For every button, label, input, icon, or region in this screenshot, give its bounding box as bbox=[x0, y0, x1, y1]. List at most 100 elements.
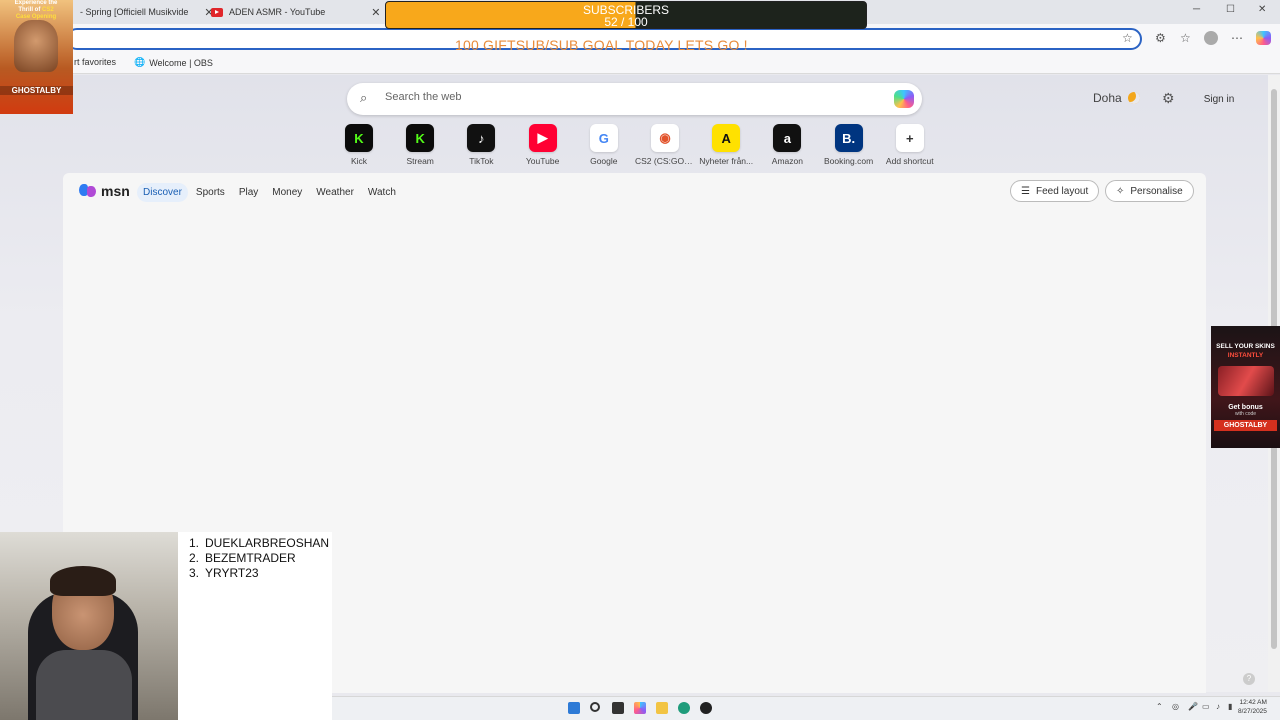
shortcut-icon: a bbox=[773, 124, 802, 152]
promo-headline: SELL YOUR SKINS INSTANTLY bbox=[1211, 342, 1280, 360]
shortcut-add-shortcut[interactable]: + Add shortcut bbox=[880, 124, 940, 166]
msn-logo[interactable]: msn bbox=[79, 183, 130, 199]
personalise-button[interactable]: ✧ Personalise bbox=[1105, 180, 1194, 202]
promo-text: CS2 bbox=[42, 7, 54, 13]
shortcut-icon: ♪ bbox=[467, 124, 496, 152]
shortcut-label: Booking.com bbox=[824, 156, 874, 166]
edge-icon[interactable] bbox=[678, 702, 690, 714]
task-view-icon[interactable] bbox=[612, 702, 624, 714]
personalise-label: Personalise bbox=[1130, 185, 1183, 197]
promo-bonus: Get bonus bbox=[1228, 404, 1263, 411]
shortcut-label: YouTube bbox=[525, 156, 560, 166]
shortcut-tiktok[interactable]: ♪ TikTok bbox=[451, 124, 511, 166]
globe-icon: 🌐 bbox=[134, 57, 146, 67]
obs-icon[interactable] bbox=[700, 702, 712, 714]
more-menu-icon[interactable]: ⋯ bbox=[1231, 31, 1243, 45]
tab-youtube[interactable]: ADEN ASMR - YouTube ✕ bbox=[205, 2, 386, 22]
shortcut-icon: G bbox=[589, 124, 618, 152]
favorites-bar: rt favorites 🌐 Welcome | OBS bbox=[0, 52, 1280, 74]
shortcut-cs2-cs-go[interactable]: ◉ CS2 (CS:GO) ... bbox=[635, 124, 695, 166]
network-icon[interactable]: ▭ bbox=[1202, 702, 1210, 711]
battery-icon[interactable]: ▮ bbox=[1228, 702, 1232, 711]
favorites-icon[interactable]: ☆ bbox=[1180, 31, 1191, 45]
feed-layout-label: Feed layout bbox=[1035, 185, 1089, 197]
windows-taskbar: ⌃ ◎ 🎤 ▭ ♪ ▮ bbox=[332, 696, 1280, 720]
promo-text: Experience the bbox=[14, 0, 58, 6]
tray-chevron-icon[interactable]: ⌃ bbox=[1156, 702, 1163, 711]
settings-gear-icon[interactable]: ⚙ bbox=[1162, 90, 1175, 107]
feed-layout-button[interactable]: ☰ Feed layout bbox=[1010, 180, 1100, 202]
shortcut-icon: B. bbox=[834, 124, 863, 152]
promo-text: Thrill of bbox=[18, 7, 41, 13]
tab-label: - Spring [Officiell Musikvide bbox=[80, 7, 189, 17]
personalise-icon: ✧ bbox=[1116, 185, 1125, 197]
shortcut-kick[interactable]: K Kick bbox=[329, 124, 389, 166]
promo-text: SELL YOUR SKINS bbox=[1216, 343, 1275, 350]
profile-avatar[interactable] bbox=[1204, 31, 1218, 45]
shortcut-youtube[interactable]: ▶ YouTube bbox=[513, 124, 573, 166]
microphone-icon[interactable]: 🎤 bbox=[1188, 702, 1198, 711]
shortcut-amazon[interactable]: a Amazon bbox=[757, 124, 817, 166]
promo-code: GHOSTALBY bbox=[1214, 420, 1277, 431]
shortcut-label: CS2 (CS:GO) ... bbox=[635, 156, 695, 166]
close-window-icon[interactable]: ✕ bbox=[1258, 4, 1266, 15]
copilot-icon[interactable] bbox=[894, 90, 914, 108]
copilot-icon[interactable] bbox=[1256, 31, 1271, 45]
shortcut-booking-com[interactable]: B. Booking.com bbox=[819, 124, 879, 166]
shortcut-icon: A bbox=[712, 124, 741, 152]
case-opening-promo: Experience the Thrill of CS2 Case Openin… bbox=[0, 0, 73, 114]
webcam-feed bbox=[0, 532, 178, 720]
tab-money[interactable]: Money bbox=[266, 183, 308, 202]
file-explorer-icon[interactable] bbox=[656, 702, 668, 714]
promo-headline: Experience the Thrill of CS2 Case Openin… bbox=[4, 0, 68, 21]
shortcut-icon: + bbox=[895, 124, 924, 152]
web-search-box[interactable]: ⌕ bbox=[347, 83, 922, 115]
sign-in-button[interactable]: Sign in bbox=[1192, 88, 1246, 110]
subs-count: 52 / 100 bbox=[604, 15, 648, 29]
streamer-shirt bbox=[36, 650, 132, 720]
moon-icon bbox=[1127, 92, 1140, 104]
tab-weather[interactable]: Weather bbox=[310, 183, 360, 202]
shortcut-icon: K bbox=[345, 124, 373, 152]
star-favorite-icon[interactable]: ☆ bbox=[1122, 31, 1133, 45]
tab-play[interactable]: Play bbox=[233, 183, 264, 202]
volume-icon[interactable]: ♪ bbox=[1216, 702, 1220, 711]
extensions-icon[interactable]: ⚙ bbox=[1155, 31, 1166, 45]
help-icon[interactable]: ? bbox=[1243, 673, 1255, 685]
shortcut-icon: K bbox=[406, 124, 435, 152]
maximize-icon[interactable]: ☐ bbox=[1226, 4, 1235, 15]
shortcut-icon: ◉ bbox=[651, 124, 679, 152]
tab-sports[interactable]: Sports bbox=[190, 183, 231, 202]
shortcut-icon: ▶ bbox=[528, 124, 557, 152]
shortcut-nyheter-fr-n[interactable]: A Nyheter från... bbox=[696, 124, 756, 166]
close-icon[interactable]: ✕ bbox=[371, 6, 380, 19]
rank: 2. bbox=[189, 551, 200, 565]
start-menu-icon[interactable] bbox=[568, 702, 580, 714]
sliders-icon: ☰ bbox=[1021, 185, 1030, 197]
weather-widget[interactable]: Doha bbox=[1093, 91, 1140, 105]
streamer-hair bbox=[50, 566, 116, 596]
tab-spring[interactable]: - Spring [Officiell Musikvide ✕ bbox=[74, 2, 220, 22]
tab-watch[interactable]: Watch bbox=[362, 183, 402, 202]
sell-skins-promo: SELL YOUR SKINS INSTANTLY Get bonus with… bbox=[1211, 326, 1280, 448]
search-input[interactable] bbox=[385, 91, 865, 103]
shortcut-label: Amazon bbox=[771, 156, 803, 166]
feed-nav: Discover Sports Play Money Weather Watch bbox=[137, 183, 404, 202]
promo-name: GHOSTALBY bbox=[0, 86, 73, 95]
tray-app-icon[interactable]: ◎ bbox=[1172, 702, 1179, 711]
minimize-icon[interactable]: ─ bbox=[1193, 4, 1200, 15]
shortcut-stream[interactable]: K Stream bbox=[390, 124, 450, 166]
tab-discover[interactable]: Discover bbox=[137, 183, 188, 202]
search-icon[interactable] bbox=[590, 702, 600, 712]
favorites-item-obs[interactable]: 🌐 Welcome | OBS bbox=[134, 57, 213, 68]
shortcut-label: Nyheter från... bbox=[699, 156, 754, 166]
favorites-item[interactable]: rt favorites bbox=[74, 57, 116, 67]
shortcut-google[interactable]: G Google bbox=[574, 124, 634, 166]
favorites-label: Welcome | OBS bbox=[149, 57, 213, 68]
list-item: 3. YRYRT23 bbox=[189, 566, 329, 581]
copilot-taskbar-icon[interactable] bbox=[634, 702, 646, 714]
shortcut-label: Google bbox=[590, 156, 618, 166]
system-clock[interactable]: 12:42 AM 8/27/2025 bbox=[1238, 698, 1267, 716]
list-item: 2. BEZEMTRADER bbox=[189, 551, 329, 566]
gifter-name: YRYRT23 bbox=[205, 566, 259, 580]
